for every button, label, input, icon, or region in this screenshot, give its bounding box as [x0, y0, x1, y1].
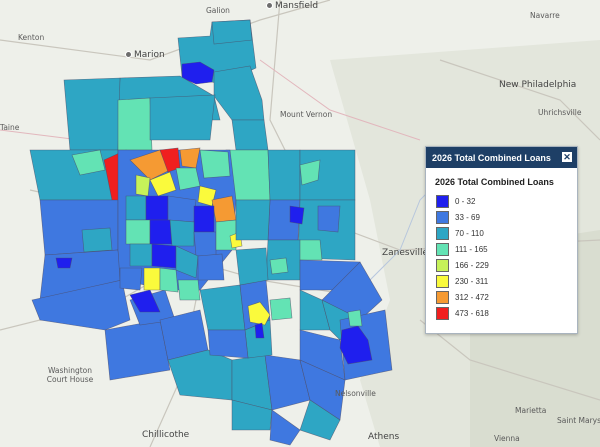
close-icon[interactable]: ✕ [562, 152, 572, 162]
map-view[interactable]: Galion Mansfield Kenton Marion Navarre N… [0, 0, 600, 447]
legend-item: 230 - 311 [436, 273, 577, 289]
legend-header: 2026 Total Combined Loans ✕ [426, 147, 577, 168]
town-label: Mansfield [266, 1, 318, 11]
legend-item: 473 - 618 [436, 305, 577, 321]
legend-swatch [436, 258, 449, 272]
town-label: Marion [125, 50, 165, 60]
legend-swatch [436, 210, 449, 224]
town-label: Vienna [494, 434, 520, 443]
town-label: Athens [368, 432, 400, 442]
town-label: Marietta [515, 406, 547, 415]
legend-items: 0 - 32 33 - 69 70 - 110 111 - 165 166 - … [426, 193, 577, 321]
legend-swatch [436, 290, 449, 304]
town-label: Kenton [18, 33, 45, 42]
legend-title: 2026 Total Combined Loans [432, 152, 551, 163]
legend-swatch [436, 226, 449, 240]
town-label: Zanesville [382, 248, 428, 258]
legend-item: 70 - 110 [436, 225, 577, 241]
legend-item: 0 - 32 [436, 193, 577, 209]
legend-subtitle: 2026 Total Combined Loans [435, 177, 554, 187]
town-label: Navarre [530, 11, 560, 20]
town-label: Uhrichsville [538, 108, 582, 117]
legend-item: 111 - 165 [436, 241, 577, 257]
legend-panel: 2026 Total Combined Loans ✕ 2026 Total C… [425, 146, 578, 334]
town-label: Nelsonville [335, 389, 376, 398]
legend-item: 166 - 229 [436, 257, 577, 273]
town-label: Washington Court House [46, 366, 94, 384]
town-label: Taine [0, 123, 20, 132]
legend-swatch [436, 242, 449, 256]
legend-item: 33 - 69 [436, 209, 577, 225]
town-label: Mount Vernon [280, 110, 333, 119]
town-label: New Philadelphia [499, 80, 577, 90]
legend-item: 312 - 472 [436, 289, 577, 305]
legend-swatch [436, 306, 449, 320]
town-label: Chillicothe [142, 430, 190, 440]
town-label: Saint Marys [557, 416, 600, 425]
legend-swatch [436, 194, 449, 208]
town-label: Galion [206, 6, 230, 15]
legend-swatch [436, 274, 449, 288]
